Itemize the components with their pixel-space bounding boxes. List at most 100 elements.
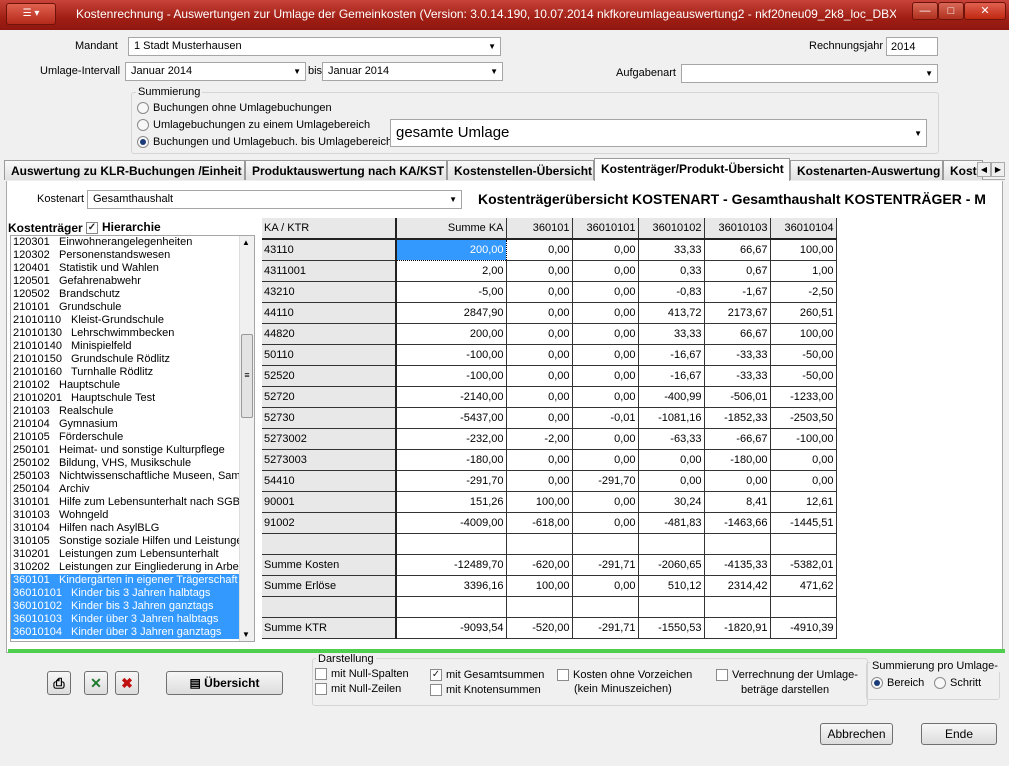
table-cell[interactable]: 0,00 <box>572 323 639 345</box>
column-header[interactable]: 36010103 <box>704 218 771 240</box>
table-cell[interactable]: 0,00 <box>572 386 639 408</box>
table-cell[interactable]: -5382,01 <box>770 554 837 576</box>
row-header[interactable]: 4311001 <box>262 260 397 282</box>
table-cell[interactable]: -1233,00 <box>770 386 837 408</box>
list-item[interactable]: 120502 Brandschutz <box>11 288 240 301</box>
table-cell[interactable]: 2314,42 <box>704 575 771 597</box>
table-cell[interactable]: 510,12 <box>638 575 705 597</box>
list-item[interactable]: 310105 Sonstige soziale Hilfen und Leistu… <box>11 535 240 548</box>
list-item[interactable]: 210103 Realschule <box>11 405 240 418</box>
row-header[interactable] <box>262 533 397 555</box>
verrechnung-checkbox[interactable]: Verrechnung der Umlage- <box>716 669 858 682</box>
row-header[interactable]: 44110 <box>262 302 397 324</box>
table-cell[interactable]: 0,00 <box>572 344 639 366</box>
ohne-vorzeichen-checkbox[interactable]: Kosten ohne Vorzeichen <box>557 669 692 682</box>
row-header[interactable]: 54410 <box>262 470 397 492</box>
table-row[interactable]: 50110 -100,00 0,00 0,00 -16,67 -33,33 -50,00 <box>262 344 837 366</box>
table-cell[interactable]: 0,33 <box>638 260 705 282</box>
table-cell[interactable]: -2140,00 <box>396 386 507 408</box>
table-cell[interactable]: -5,00 <box>396 281 507 303</box>
system-menu-icon[interactable]: ☰ ▾ <box>6 3 56 25</box>
list-item[interactable]: 36010104 Kinder über 3 Jahren ganztags <box>11 626 240 639</box>
chevron-right-icon[interactable]: ▶ <box>991 162 1005 177</box>
umlage-select[interactable]: gesamte Umlage ▼ <box>390 119 927 147</box>
intervall-from-select[interactable]: Januar 2014 ▼ <box>125 62 306 81</box>
table-cell[interactable]: 100,00 <box>506 491 573 513</box>
table-cell[interactable]: 100,00 <box>506 575 573 597</box>
table-row[interactable]: 52720 -2140,00 0,00 0,00 -400,99 -506,01 -1233… <box>262 386 837 408</box>
table-cell[interactable]: 0,00 <box>572 491 639 513</box>
table-cell[interactable]: -520,00 <box>506 617 573 639</box>
ende-button[interactable]: Ende <box>921 723 997 745</box>
table-cell[interactable]: 0,00 <box>506 386 573 408</box>
table-row[interactable] <box>262 596 837 618</box>
row-header[interactable]: 90001 <box>262 491 397 513</box>
table-cell[interactable] <box>704 596 771 618</box>
data-table[interactable]: KA / KTR Summe KA 360101 36010101 36010102 36… <box>262 218 837 639</box>
table-cell[interactable]: -100,00 <box>396 344 507 366</box>
kostentraeger-list[interactable]: 120301 Einwohnerangelegenheiten 120302 Pers… <box>10 235 255 642</box>
list-item[interactable]: 210105 Förderschule <box>11 431 240 444</box>
table-cell[interactable]: -618,00 <box>506 512 573 534</box>
table-cell[interactable]: -9093,54 <box>396 617 507 639</box>
table-cell[interactable]: 0,00 <box>572 239 639 261</box>
table-cell[interactable]: 0,00 <box>506 407 573 429</box>
row-header[interactable]: 50110 <box>262 344 397 366</box>
table-row[interactable]: Summe Erlöse 3396,16 100,00 0,00 510,12 2314,… <box>262 575 837 597</box>
table-row[interactable]: 43210 -5,00 0,00 0,00 -0,83 -1,67 -2,50 <box>262 281 837 303</box>
table-cell[interactable] <box>770 596 837 618</box>
table-cell[interactable]: -4910,39 <box>770 617 837 639</box>
table-cell[interactable]: 0,00 <box>638 449 705 471</box>
table-cell[interactable] <box>638 533 705 555</box>
scroll-up-icon[interactable]: ▲ <box>242 238 250 247</box>
table-cell[interactable]: 0,00 <box>770 470 837 492</box>
row-header[interactable]: 5273003 <box>262 449 397 471</box>
table-row[interactable] <box>262 533 837 555</box>
table-cell[interactable]: 200,00 <box>395 238 507 261</box>
table-cell[interactable]: -1445,51 <box>770 512 837 534</box>
table-row[interactable]: 44820 200,00 0,00 0,00 33,33 66,67 100,00 <box>262 323 837 345</box>
table-cell[interactable]: 1,00 <box>770 260 837 282</box>
table-cell[interactable]: 0,00 <box>506 365 573 387</box>
table-cell[interactable] <box>396 596 507 618</box>
table-cell[interactable]: 0,00 <box>572 575 639 597</box>
table-cell[interactable]: 0,00 <box>506 344 573 366</box>
table-cell[interactable]: 30,24 <box>638 491 705 513</box>
table-cell[interactable] <box>704 533 771 555</box>
row-header[interactable]: 52730 <box>262 407 397 429</box>
table-cell[interactable]: -50,00 <box>770 344 837 366</box>
tab-produktauswertung[interactable]: Produktauswertung nach KA/KST <box>245 160 447 180</box>
row-header[interactable] <box>262 596 397 618</box>
table-cell[interactable] <box>770 533 837 555</box>
table-cell[interactable]: -180,00 <box>396 449 507 471</box>
table-cell[interactable]: -400,99 <box>638 386 705 408</box>
column-header[interactable]: 36010104 <box>770 218 837 240</box>
list-item[interactable]: 250101 Heimat- und sonstige Kulturpflege <box>11 444 240 457</box>
row-header[interactable]: 52720 <box>262 386 397 408</box>
list-item[interactable]: 120302 Personenstandswesen <box>11 249 240 262</box>
table-cell[interactable]: -5437,00 <box>396 407 507 429</box>
table-cell[interactable]: 0,00 <box>638 470 705 492</box>
table-cell[interactable]: -33,33 <box>704 344 771 366</box>
table-cell[interactable]: 66,67 <box>704 239 771 261</box>
table-cell[interactable]: 8,41 <box>704 491 771 513</box>
table-cell[interactable]: 100,00 <box>770 239 837 261</box>
table-row[interactable]: 5273003 -180,00 0,00 0,00 0,00 -180,00 0,00 <box>262 449 837 471</box>
table-row[interactable]: Summe KTR -9093,54 -520,00 -291,71 -1550,53-… <box>262 617 837 639</box>
table-cell[interactable] <box>572 533 639 555</box>
table-cell[interactable]: -291,70 <box>396 470 507 492</box>
table-row[interactable]: 52520 -100,00 0,00 0,00 -16,67 -33,33 -50,00 <box>262 365 837 387</box>
row-header[interactable]: 44820 <box>262 323 397 345</box>
table-cell[interactable]: -291,71 <box>572 554 639 576</box>
table-cell[interactable]: -1852,33 <box>704 407 771 429</box>
column-header[interactable]: 36010101 <box>572 218 639 240</box>
table-cell[interactable]: 2847,90 <box>396 302 507 324</box>
list-item[interactable]: 210102 Hauptschule <box>11 379 240 392</box>
kostenart-select[interactable]: Gesamthaushalt ▼ <box>87 190 462 209</box>
list-item[interactable]: 21010201 Hauptschule Test <box>11 392 240 405</box>
mandant-select[interactable]: 1 Stadt Musterhausen ▼ <box>128 37 501 56</box>
tab-kostenstellen[interactable]: Kostenstellen-Übersicht <box>447 160 594 180</box>
table-cell[interactable]: 471,62 <box>770 575 837 597</box>
table-cell[interactable]: 0,00 <box>506 302 573 324</box>
close-button[interactable]: ✕ <box>964 2 1006 20</box>
